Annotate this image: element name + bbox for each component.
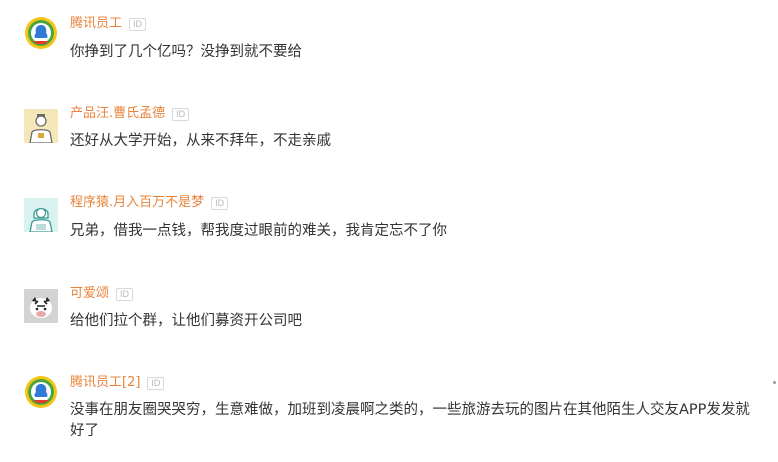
comment-text: 兄弟，借我一点钱，帮我度过眼前的难关，我肯定忘不了你 <box>70 223 447 239</box>
comment-text: 给他们拉个群，让他们募资开公司吧 <box>70 313 302 329</box>
comment-text: 还好从大学开始，从来不拜年，不走亲戚 <box>70 133 331 149</box>
comment-meta: 程序猿.月入百万不是梦 ID <box>70 195 229 211</box>
scroll-indicator <box>773 381 776 384</box>
comment-meta: 产品汪.曹氏孟德 ID <box>70 106 190 122</box>
comment-meta: 可爱颂 ID <box>70 286 134 302</box>
zebra-avatar[interactable] <box>24 289 58 323</box>
username-link[interactable]: 程序猿.月入百万不是梦 <box>70 195 204 211</box>
comment-meta: 腾讯员工 ID <box>70 16 147 32</box>
id-badge: ID <box>129 17 147 31</box>
tencent-news-icon[interactable] <box>24 375 58 409</box>
username-link[interactable]: 腾讯员工[2] <box>70 375 140 391</box>
id-badge: ID <box>116 287 134 301</box>
tencent-news-icon[interactable] <box>24 16 58 50</box>
comment-text: 没事在朋友圈哭哭穷，生意难做，加班到凌晨啊之类的，一些旅游去玩的图片在其他陌生人… <box>70 402 750 439</box>
username-link[interactable]: 产品汪.曹氏孟德 <box>70 106 165 122</box>
id-badge: ID <box>172 107 190 121</box>
id-badge: ID <box>211 196 229 210</box>
product-manager-avatar[interactable] <box>24 109 58 143</box>
comment-text: 你挣到了几个亿吗？没挣到就不要给 <box>70 44 302 60</box>
username-link[interactable]: 腾讯员工 <box>70 16 122 32</box>
username-link[interactable]: 可爱颂 <box>70 286 109 302</box>
id-badge: ID <box>147 376 165 390</box>
programmer-avatar[interactable] <box>24 198 58 232</box>
comment-meta: 腾讯员工[2] ID <box>70 375 165 391</box>
